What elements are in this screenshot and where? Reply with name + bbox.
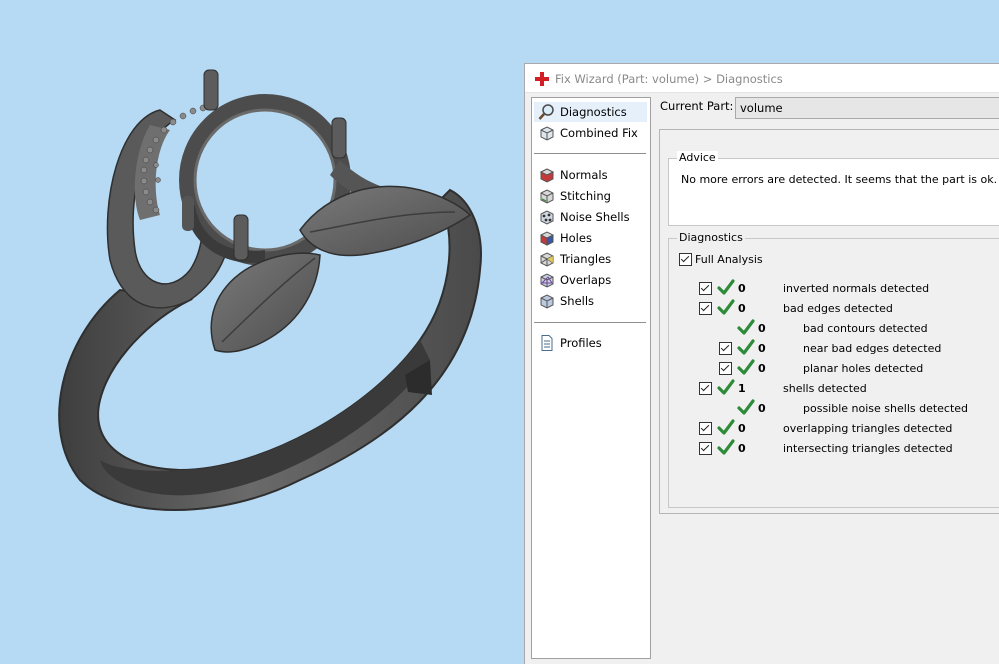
inverted-normals-count: 0 (738, 282, 746, 295)
shells-checkbox[interactable] (699, 382, 712, 395)
diagnostics-title: Diagnostics (677, 231, 745, 244)
nav-label: Holes (560, 231, 592, 245)
green-check-icon (737, 319, 755, 335)
current-part-label: Current Part: (660, 99, 734, 113)
near-bad-edges-checkbox[interactable] (719, 342, 732, 355)
intersecting-triangles-count: 0 (738, 442, 746, 455)
overlapping-triangles-checkbox[interactable] (699, 422, 712, 435)
cube-icon (540, 126, 554, 141)
intersecting-triangles-label: intersecting triangles detected (783, 442, 953, 455)
document-icon (541, 335, 553, 351)
3d-viewport[interactable] (0, 0, 525, 651)
overlaps-cube-icon (540, 273, 554, 288)
nav-item-diagnostics[interactable]: Diagnostics (534, 102, 647, 122)
near-bad-edges-count: 0 (758, 342, 766, 355)
nav-item-triangles[interactable]: Triangles (534, 249, 647, 269)
nav-item-stitching[interactable]: Stitching (534, 186, 647, 206)
nav-label: Noise Shells (560, 210, 630, 224)
bad-edges-label: bad edges detected (783, 302, 893, 315)
nav-label: Overlaps (560, 273, 612, 287)
full-analysis-checkbox[interactable] (679, 253, 692, 266)
bad-contours-label: bad contours detected (803, 322, 928, 335)
noise-shells-count: 0 (758, 402, 766, 415)
nav-label: Combined Fix (560, 126, 638, 140)
window-title: Fix Wizard (Part: volume) > Diagnostics (555, 72, 783, 86)
inverted-normals-label: inverted normals detected (783, 282, 930, 295)
shells-cube-icon (540, 294, 554, 309)
green-check-icon (717, 379, 735, 395)
title-bar[interactable]: Fix Wizard (Part: volume) > Diagnostics (525, 64, 999, 93)
advice-title: Advice (677, 151, 718, 164)
shells-count: 1 (738, 382, 746, 395)
fix-wizard-dialog: Fix Wizard (Part: volume) > Diagnostics … (524, 63, 999, 664)
inverted-normals-checkbox[interactable] (699, 282, 712, 295)
nav-divider (534, 322, 646, 323)
normals-cube-icon (539, 168, 555, 183)
green-check-icon (717, 439, 735, 455)
full-analysis-label: Full Analysis (695, 253, 763, 266)
wizard-navigation: Diagnostics Combined Fix Normals Stitchi… (531, 97, 651, 659)
nav-label: Diagnostics (560, 105, 627, 119)
holes-cube-icon (540, 231, 554, 246)
intersecting-triangles-checkbox[interactable] (699, 442, 712, 455)
advice-text: No more errors are detected. It seems th… (681, 173, 998, 186)
bad-edges-count: 0 (738, 302, 746, 315)
stitching-cube-icon (540, 189, 554, 204)
shells-label: shells detected (783, 382, 867, 395)
overlapping-triangles-label: overlapping triangles detected (783, 422, 953, 435)
planar-holes-checkbox[interactable] (719, 362, 732, 375)
green-check-icon (737, 359, 755, 375)
nav-label: Shells (560, 294, 595, 308)
nav-divider (534, 153, 646, 154)
ring-model[interactable] (0, 0, 525, 651)
green-check-icon (737, 339, 755, 355)
nav-label: Profiles (560, 336, 602, 350)
nav-item-overlaps[interactable]: Overlaps (534, 270, 647, 290)
nav-label: Stitching (560, 189, 611, 203)
nav-label: Normals (560, 168, 608, 182)
green-check-icon (717, 279, 735, 295)
bad-edges-checkbox[interactable] (699, 302, 712, 315)
planar-holes-count: 0 (758, 362, 766, 375)
green-check-icon (717, 299, 735, 315)
diagnostics-group: Diagnostics Full Analysis 0 inverted nor… (668, 231, 999, 508)
nav-label: Triangles (560, 252, 612, 266)
near-bad-edges-label: near bad edges detected (803, 342, 942, 355)
nav-item-shells[interactable]: Shells (534, 291, 647, 311)
planar-holes-label: planar holes detected (803, 362, 924, 375)
nav-item-normals[interactable]: Normals (534, 165, 647, 185)
overlapping-triangles-count: 0 (738, 422, 746, 435)
green-check-icon (717, 419, 735, 435)
magnifier-icon (538, 104, 554, 120)
current-part-value: volume (740, 101, 783, 115)
nav-item-noise-shells[interactable]: Noise Shells (534, 207, 647, 227)
nav-item-profiles[interactable]: Profiles (534, 333, 647, 353)
nav-item-combined-fix[interactable]: Combined Fix (534, 123, 647, 143)
nav-item-holes[interactable]: Holes (534, 228, 647, 248)
green-check-icon (737, 399, 755, 415)
bad-contours-count: 0 (758, 322, 766, 335)
advice-group: Advice No more errors are detected. It s… (668, 151, 999, 226)
noise-shells-label: possible noise shells detected (803, 402, 969, 415)
diagnostics-panel: Advice No more errors are detected. It s… (659, 129, 999, 514)
current-part-field[interactable]: volume (735, 97, 999, 119)
red-cross-icon (535, 72, 549, 86)
noise-shells-icon (540, 210, 554, 225)
triangles-cube-icon (540, 252, 554, 267)
